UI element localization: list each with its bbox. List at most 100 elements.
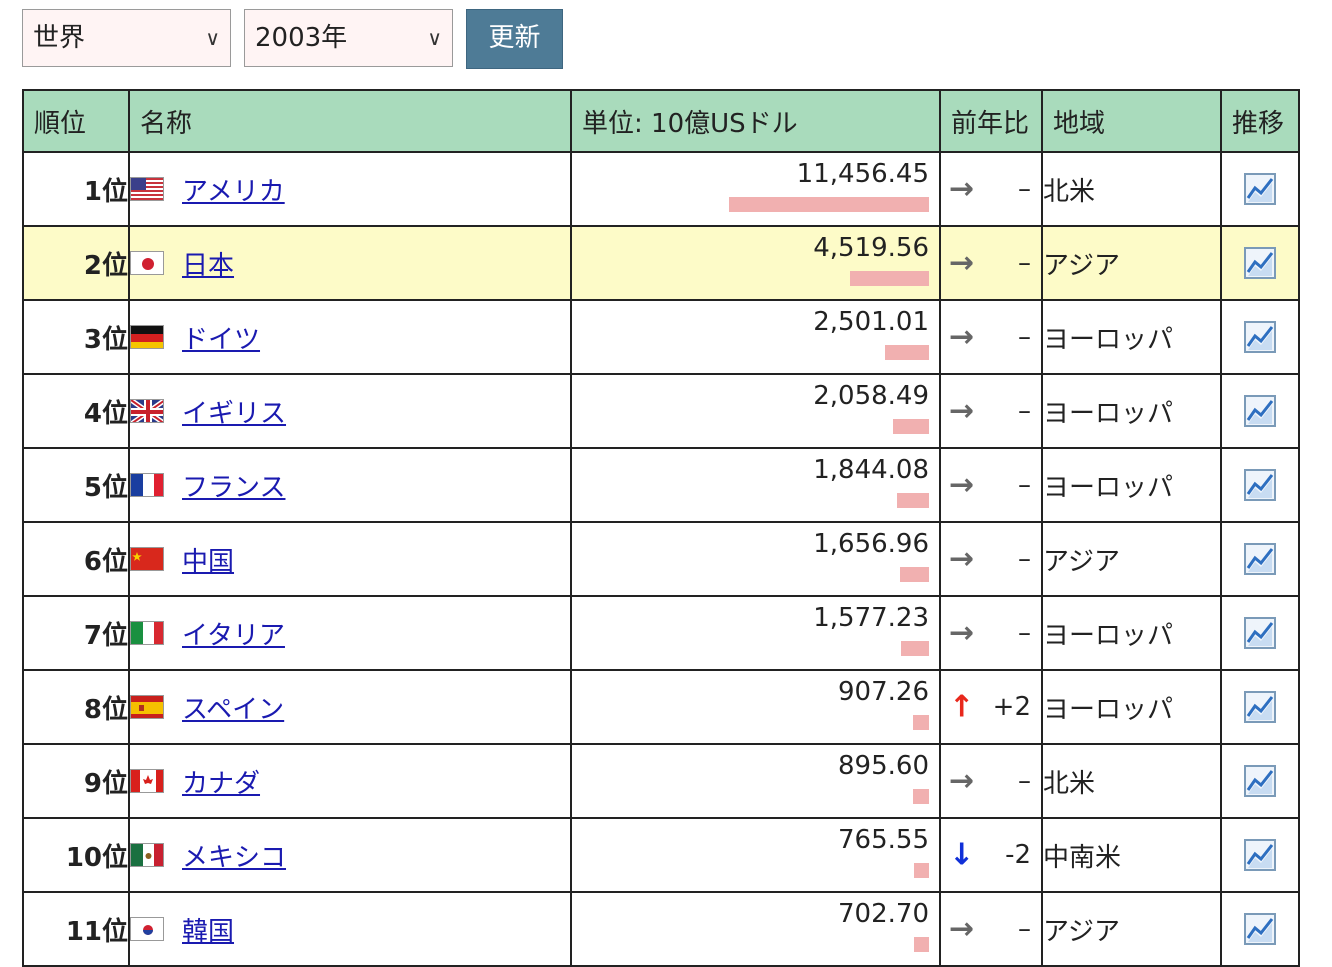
rank-cell: 8位 [22,669,130,745]
line-chart-icon[interactable] [1244,321,1276,353]
france-flag-icon [130,473,164,497]
rank-change: – [1018,914,1031,944]
country-link[interactable]: イタリア [182,621,285,651]
rank-cell: 3位 [22,299,130,375]
arrow-down-icon: ↓ [949,837,975,873]
trend-cell [1220,299,1300,375]
arrow-right-icon: → [949,763,975,799]
value-bar [913,789,929,804]
header-value: 単位: 10億USドル [570,89,941,153]
header-yoy: 前年比 [939,89,1043,153]
yoy-cell: ↓ -2 [939,817,1043,893]
country-link[interactable]: イギリス [182,399,286,429]
arrow-right-icon: → [949,541,975,577]
rank-change: – [1018,766,1031,796]
line-chart-icon[interactable] [1244,617,1276,649]
yoy-cell: → – [939,521,1043,597]
arrow-right-icon: → [949,615,975,651]
table-row: 10位 メキシコ 765.55 ↓ -2 中南米 [22,817,1300,893]
line-chart-icon[interactable] [1244,839,1276,871]
region-cell: 中南米 [1041,817,1222,893]
gdp-value: 1,844.08 [813,455,929,485]
line-chart-icon[interactable] [1244,469,1276,501]
gdp-value: 765.55 [838,825,929,855]
table-row: 4位 イギリス 2,058.49 → – ヨーロッパ [22,373,1300,449]
yoy-cell: → – [939,373,1043,449]
line-chart-icon[interactable] [1244,247,1276,279]
gdp-value: 702.70 [838,899,929,929]
update-button[interactable]: 更新 [466,9,563,69]
table-row: 5位 フランス 1,844.08 → – ヨーロッパ [22,447,1300,523]
region-select[interactable]: 世界 ∨ [22,9,231,67]
table-row: 8位 スペイン 907.26 ↑ +2 ヨーロッパ [22,669,1300,745]
country-link[interactable]: 韓国 [182,917,234,947]
rank-cell: 1位 [22,151,130,227]
name-cell: アメリカ [128,151,572,227]
trend-cell [1220,521,1300,597]
header-name: 名称 [128,89,572,153]
line-chart-icon[interactable] [1244,395,1276,427]
region-cell: ヨーロッパ [1041,299,1222,375]
table-row: 6位 中国 1,656.96 → – アジア [22,521,1300,597]
table-row: 2位 日本 4,519.56 → – アジア [22,225,1300,301]
year-select[interactable]: 2003年 ∨ [244,9,453,67]
line-chart-icon[interactable] [1244,765,1276,797]
gdp-value: 11,456.45 [796,159,929,189]
yoy-cell: → – [939,447,1043,523]
yoy-cell: → – [939,299,1043,375]
region-cell: アジア [1041,891,1222,967]
rank-change: -2 [1005,840,1031,870]
line-chart-icon[interactable] [1244,691,1276,723]
trend-cell [1220,595,1300,671]
name-cell: イギリス [128,373,572,449]
rank-cell: 9位 [22,743,130,819]
country-link[interactable]: カナダ [182,769,260,799]
germany-flag-icon [130,325,164,349]
value-cell: 4,519.56 [570,225,941,301]
country-link[interactable]: フランス [182,473,285,503]
value-bar [885,345,929,360]
line-chart-icon[interactable] [1244,913,1276,945]
country-link[interactable]: 日本 [182,251,234,281]
name-cell: メキシコ [128,817,572,893]
header-trend: 推移 [1220,89,1300,153]
region-cell: ヨーロッパ [1041,595,1222,671]
chevron-down-icon: ∨ [205,26,220,50]
line-chart-icon[interactable] [1244,543,1276,575]
country-link[interactable]: スペイン [182,695,284,725]
yoy-cell: → – [939,151,1043,227]
trend-cell [1220,151,1300,227]
name-cell: ドイツ [128,299,572,375]
korea-flag-icon [130,917,164,941]
canada-flag-icon [130,769,164,793]
trend-cell [1220,743,1300,819]
yoy-cell: → – [939,891,1043,967]
country-link[interactable]: 中国 [182,547,234,577]
region-cell: ヨーロッパ [1041,669,1222,745]
yoy-cell: → – [939,225,1043,301]
gdp-value: 1,656.96 [813,529,929,559]
rank-change: – [1018,248,1031,278]
gdp-value: 2,058.49 [813,381,929,411]
value-bar [850,271,929,286]
value-bar [913,715,929,730]
country-link[interactable]: ドイツ [182,325,260,355]
trend-cell [1220,669,1300,745]
trend-cell [1220,373,1300,449]
value-cell: 765.55 [570,817,941,893]
rank-cell: 4位 [22,373,130,449]
line-chart-icon[interactable] [1244,173,1276,205]
value-bar [900,567,929,582]
region-cell: アジア [1041,225,1222,301]
name-cell: イタリア [128,595,572,671]
country-link[interactable]: メキシコ [182,843,286,873]
yoy-cell: ↑ +2 [939,669,1043,745]
arrow-right-icon: → [949,393,975,429]
trend-cell [1220,447,1300,523]
country-link[interactable]: アメリカ [182,177,285,207]
value-cell: 1,577.23 [570,595,941,671]
header-rank: 順位 [22,89,130,153]
arrow-right-icon: → [949,171,975,207]
region-select-value: 世界 [33,23,86,53]
table-row: 1位 アメリカ 11,456.45 → – 北米 [22,151,1300,227]
